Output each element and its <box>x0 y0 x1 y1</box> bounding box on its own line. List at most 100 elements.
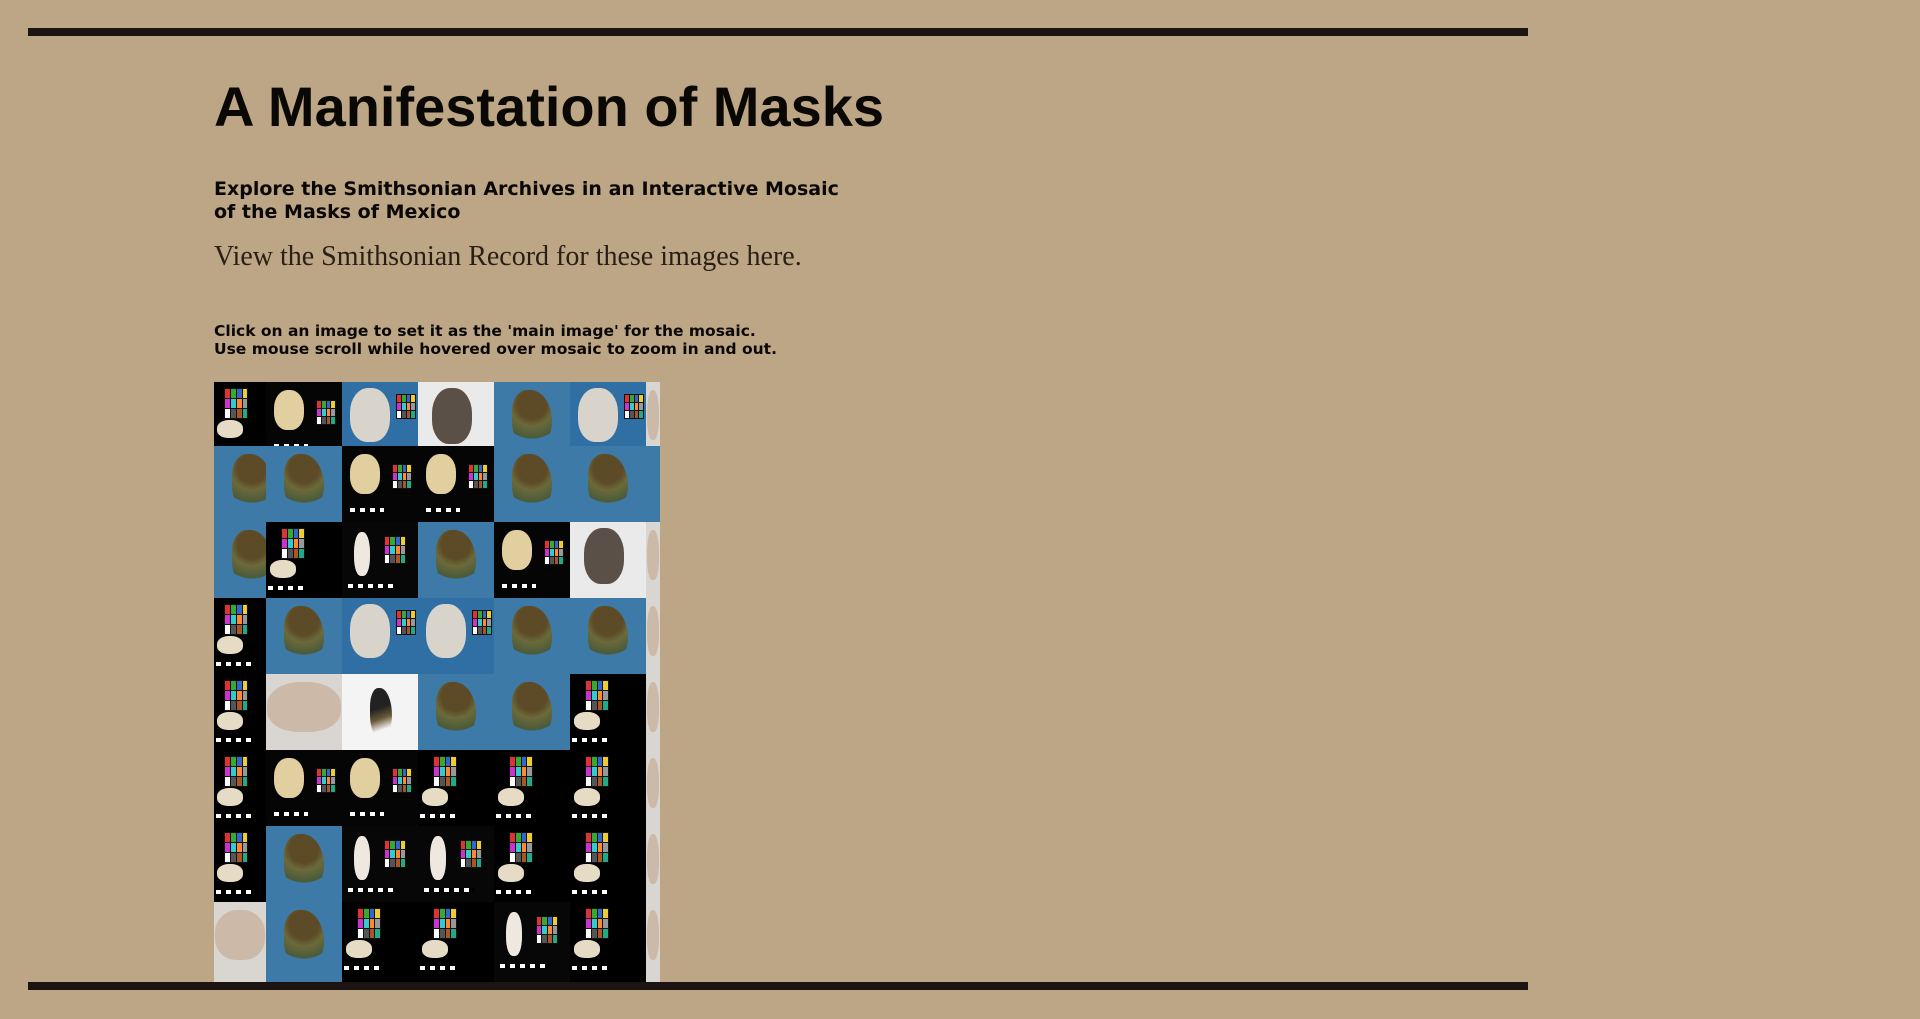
mosaic-tile[interactable] <box>214 382 266 446</box>
mosaic-tile[interactable] <box>646 598 660 674</box>
mosaic-tile[interactable] <box>266 902 342 982</box>
mosaic-tile[interactable] <box>214 674 266 750</box>
mask-face <box>350 454 380 494</box>
mosaic-tile[interactable] <box>494 826 570 902</box>
mask-mosaic[interactable] <box>214 382 660 982</box>
smithsonian-record-link[interactable]: View the Smithsonian Record for these im… <box>214 240 802 274</box>
color-checker-card <box>585 832 610 863</box>
color-checker-card <box>433 908 458 939</box>
mosaic-tile[interactable] <box>418 382 494 446</box>
color-checker-card <box>224 388 249 419</box>
scale-ruler <box>216 814 256 818</box>
mosaic-tile[interactable] <box>214 750 266 826</box>
mosaic-tile[interactable] <box>342 446 418 522</box>
mosaic-tile[interactable] <box>342 382 418 446</box>
feather-mask <box>436 682 476 740</box>
mosaic-tile[interactable] <box>494 382 570 446</box>
mosaic-tile[interactable] <box>214 826 266 902</box>
scale-ruler <box>348 584 398 588</box>
instruction-click: Click on an image to set it as the 'main… <box>214 322 756 340</box>
scale-ruler <box>502 584 536 588</box>
mosaic-tile[interactable] <box>266 522 342 598</box>
mosaic-tile[interactable] <box>342 750 418 826</box>
mosaic-tile[interactable] <box>494 598 570 674</box>
mask-face <box>426 604 466 658</box>
mask-face <box>502 530 532 570</box>
mask-face <box>647 758 659 808</box>
color-checker-card <box>433 756 458 787</box>
mask-face <box>274 390 304 430</box>
mosaic-tile[interactable] <box>214 902 266 982</box>
mask-face <box>216 712 243 730</box>
mosaic-tile[interactable] <box>570 902 646 982</box>
mask-face <box>578 388 618 442</box>
mosaic-tile[interactable] <box>646 826 660 902</box>
mosaic-tile[interactable] <box>266 826 342 902</box>
mosaic-tile[interactable] <box>342 598 418 674</box>
mosaic-tile[interactable] <box>646 382 660 446</box>
mosaic-tile[interactable] <box>342 674 418 750</box>
feather-mask <box>512 454 552 512</box>
feather-mask <box>512 390 552 446</box>
mosaic-tile[interactable] <box>570 674 646 750</box>
mosaic-tile[interactable] <box>418 598 494 674</box>
mosaic-tile[interactable] <box>646 522 660 598</box>
mask-face <box>432 388 472 444</box>
feather-mask <box>436 530 476 588</box>
mosaic-tile[interactable] <box>418 674 494 750</box>
color-checker-card <box>509 832 534 863</box>
mosaic-tile[interactable] <box>570 522 646 598</box>
mosaic-tile[interactable] <box>214 522 266 598</box>
scale-ruler <box>496 814 536 818</box>
mask-face <box>647 390 659 440</box>
mosaic-tile[interactable] <box>266 750 342 826</box>
mask-face <box>274 758 304 798</box>
feather-mask <box>512 606 552 664</box>
mosaic-tile[interactable] <box>418 826 494 902</box>
mosaic-tile[interactable] <box>266 446 342 522</box>
mask-face <box>216 420 243 438</box>
color-checker-card <box>624 394 644 420</box>
color-checker-card <box>585 756 610 787</box>
mosaic-tile[interactable] <box>570 826 646 902</box>
mask-face <box>216 864 243 882</box>
feather-mask <box>284 606 324 664</box>
mask-face <box>421 940 448 958</box>
mosaic-tile[interactable] <box>418 446 494 522</box>
mosaic-tile[interactable] <box>214 446 266 522</box>
mask-face <box>506 912 522 956</box>
mosaic-tile[interactable] <box>646 902 660 982</box>
mosaic-tile[interactable] <box>214 598 266 674</box>
mosaic-tile[interactable] <box>418 902 494 982</box>
mosaic-tile[interactable] <box>342 826 418 902</box>
mosaic-tile[interactable] <box>266 674 342 750</box>
feather-mask <box>284 910 324 968</box>
feather-mask <box>284 834 324 892</box>
mosaic-tile[interactable] <box>494 522 570 598</box>
mosaic-tile[interactable] <box>494 902 570 982</box>
mosaic-tile[interactable] <box>266 598 342 674</box>
mosaic-tile[interactable] <box>494 446 570 522</box>
scale-ruler <box>216 662 256 666</box>
mosaic-tile[interactable] <box>342 522 418 598</box>
mosaic-tile[interactable] <box>570 598 646 674</box>
color-checker-card <box>468 464 488 490</box>
color-checker-card <box>384 840 406 868</box>
mosaic-tile[interactable] <box>570 750 646 826</box>
scale-ruler <box>426 508 460 512</box>
mosaic-tile[interactable] <box>266 382 342 446</box>
mosaic-tile[interactable] <box>570 446 646 522</box>
mosaic-tile[interactable] <box>646 446 660 522</box>
mask-face <box>354 532 370 576</box>
mosaic-tile[interactable] <box>494 750 570 826</box>
mosaic-tile[interactable] <box>646 750 660 826</box>
mosaic-tile[interactable] <box>418 522 494 598</box>
mosaic-tile[interactable] <box>570 382 646 446</box>
mosaic-tile[interactable] <box>418 750 494 826</box>
scale-ruler <box>350 508 384 512</box>
feather-mask <box>588 454 628 512</box>
mosaic-tile[interactable] <box>646 674 660 750</box>
mask-face <box>573 940 600 958</box>
mosaic-tile[interactable] <box>494 674 570 750</box>
mosaic-tile[interactable] <box>342 902 418 982</box>
